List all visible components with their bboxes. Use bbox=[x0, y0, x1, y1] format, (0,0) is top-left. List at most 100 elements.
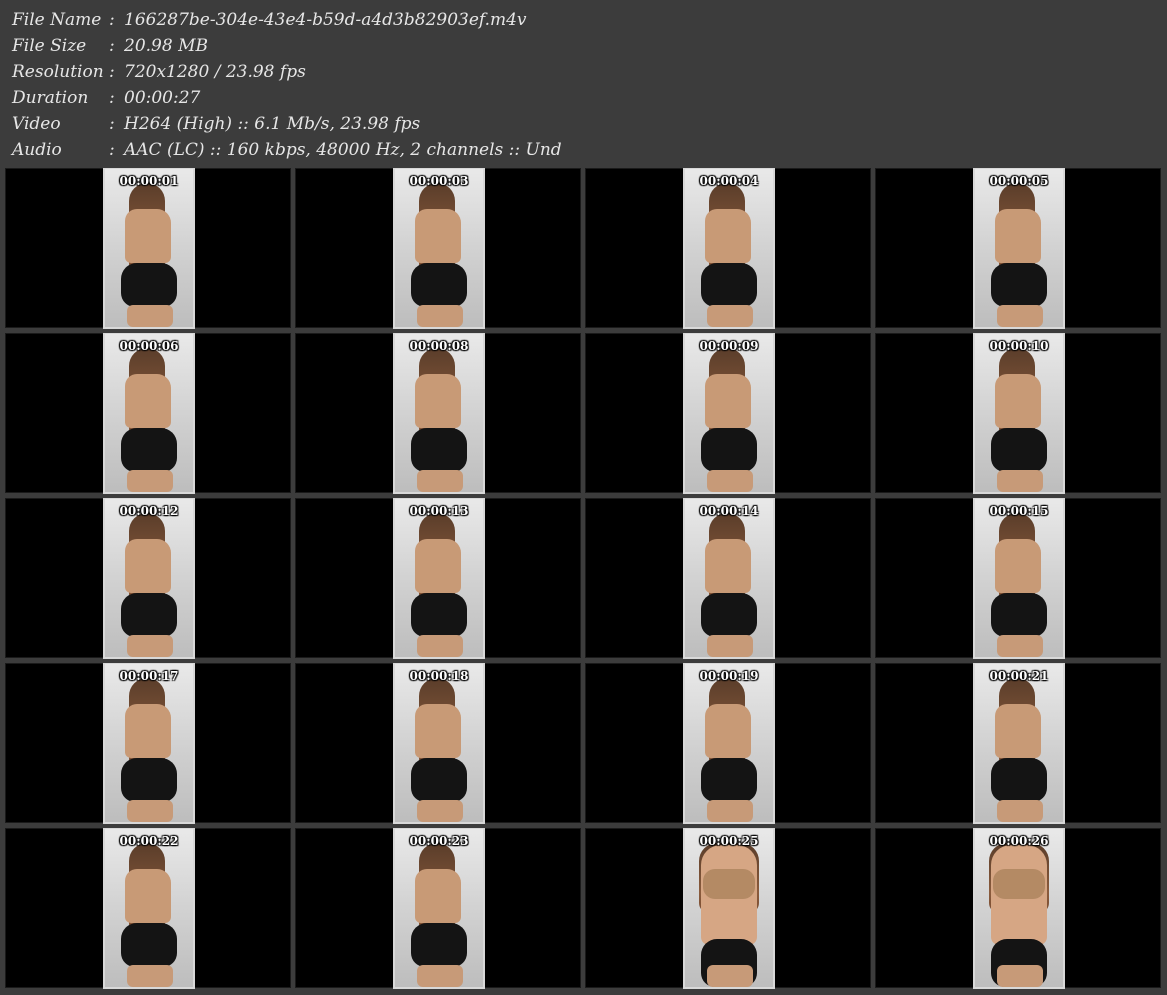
thumbnail-image: 00:00:13 bbox=[393, 498, 485, 659]
video-row: Video : H264 (High) :: 6.1 Mb/s, 23.98 f… bbox=[12, 111, 1152, 137]
thumbnail-cell[interactable]: 00:00:23 bbox=[295, 828, 581, 989]
thumbnail-image: 00:00:04 bbox=[683, 168, 775, 329]
thumbnail-image: 00:00:09 bbox=[683, 333, 775, 494]
thumbnail-cell[interactable]: 00:00:04 bbox=[585, 168, 871, 329]
duration-value: 00:00:27 bbox=[124, 88, 201, 108]
figure-shorts bbox=[121, 923, 177, 967]
thumbnail-timestamp: 00:00:25 bbox=[699, 834, 759, 848]
figure-skin bbox=[705, 209, 751, 263]
thumbnail-timestamp: 00:00:04 bbox=[699, 174, 759, 188]
figure-skin bbox=[125, 539, 171, 593]
file-info-panel: File Name : 166287be-304e-43e4-b59d-a4d3… bbox=[12, 7, 1152, 163]
thumbnail-cell[interactable]: 00:00:21 bbox=[875, 663, 1161, 824]
figure-legs bbox=[997, 305, 1043, 327]
thumbnail-image: 00:00:17 bbox=[103, 663, 195, 824]
thumbnail-timestamp: 00:00:05 bbox=[989, 174, 1049, 188]
figure-legs bbox=[417, 470, 463, 492]
file-name-row: File Name : 166287be-304e-43e4-b59d-a4d3… bbox=[12, 7, 1152, 33]
thumbnail-cell[interactable]: 00:00:03 bbox=[295, 168, 581, 329]
figure-legs bbox=[707, 965, 753, 987]
figure-shorts bbox=[991, 428, 1047, 472]
thumbnail-grid: 00:00:01 00:00:03 00:00:04 00:00:05 00:00:06… bbox=[5, 168, 1163, 992]
thumbnail-cell[interactable]: 00:00:14 bbox=[585, 498, 871, 659]
thumbnail-timestamp: 00:00:21 bbox=[989, 669, 1049, 683]
figure-shorts bbox=[121, 263, 177, 307]
thumbnail-image: 00:00:10 bbox=[973, 333, 1065, 494]
thumbnail-image: 00:00:22 bbox=[103, 828, 195, 989]
audio-value: AAC (LC) :: 160 kbps, 48000 Hz, 2 channe… bbox=[124, 140, 562, 160]
video-label: Video bbox=[12, 114, 61, 134]
figure-skin bbox=[125, 869, 171, 923]
thumbnail-cell[interactable]: 00:00:08 bbox=[295, 333, 581, 494]
figure-legs bbox=[417, 305, 463, 327]
thumbnail-cell[interactable]: 00:00:05 bbox=[875, 168, 1161, 329]
figure-legs bbox=[707, 800, 753, 822]
figure-legs bbox=[417, 965, 463, 987]
figure-skin bbox=[415, 209, 461, 263]
thumbnail-timestamp: 00:00:06 bbox=[119, 339, 179, 353]
figure-skin bbox=[995, 209, 1041, 263]
thumbnail-timestamp: 00:00:10 bbox=[989, 339, 1049, 353]
audio-row: Audio : AAC (LC) :: 160 kbps, 48000 Hz, … bbox=[12, 137, 1152, 163]
figure-skin bbox=[705, 539, 751, 593]
separator: : bbox=[109, 114, 115, 134]
audio-label: Audio bbox=[12, 140, 62, 160]
figure-shorts bbox=[411, 758, 467, 802]
thumbnail-image: 00:00:18 bbox=[393, 663, 485, 824]
thumbnail-cell[interactable]: 00:00:22 bbox=[5, 828, 291, 989]
thumbnail-timestamp: 00:00:18 bbox=[409, 669, 469, 683]
thumbnail-timestamp: 00:00:13 bbox=[409, 504, 469, 518]
thumbnail-timestamp: 00:00:15 bbox=[989, 504, 1049, 518]
thumbnail-image: 00:00:15 bbox=[973, 498, 1065, 659]
figure-shorts bbox=[411, 263, 467, 307]
duration-row: Duration : 00:00:27 bbox=[12, 85, 1152, 111]
thumbnail-cell[interactable]: 00:00:17 bbox=[5, 663, 291, 824]
figure-shorts bbox=[411, 923, 467, 967]
thumbnail-cell[interactable]: 00:00:10 bbox=[875, 333, 1161, 494]
thumbnail-cell[interactable]: 00:00:12 bbox=[5, 498, 291, 659]
figure-legs bbox=[707, 470, 753, 492]
figure-shorts bbox=[991, 593, 1047, 637]
figure-shorts bbox=[701, 758, 757, 802]
thumbnail-image: 00:00:01 bbox=[103, 168, 195, 329]
figure-legs bbox=[417, 800, 463, 822]
figure-legs bbox=[127, 305, 173, 327]
thumbnail-cell[interactable]: 00:00:26 bbox=[875, 828, 1161, 989]
thumbnail-timestamp: 00:00:14 bbox=[699, 504, 759, 518]
figure-shorts bbox=[701, 428, 757, 472]
figure-skin bbox=[125, 209, 171, 263]
figure-legs bbox=[997, 470, 1043, 492]
thumbnail-image: 00:00:12 bbox=[103, 498, 195, 659]
thumbnail-cell[interactable]: 00:00:19 bbox=[585, 663, 871, 824]
thumbnail-cell[interactable]: 00:00:25 bbox=[585, 828, 871, 989]
thumbnail-cell[interactable]: 00:00:18 bbox=[295, 663, 581, 824]
figure-skin bbox=[125, 704, 171, 758]
figure-shorts bbox=[121, 593, 177, 637]
thumbnail-image: 00:00:05 bbox=[973, 168, 1065, 329]
thumbnail-cell[interactable]: 00:00:13 bbox=[295, 498, 581, 659]
figure-shorts bbox=[991, 263, 1047, 307]
thumbnail-cell[interactable]: 00:00:06 bbox=[5, 333, 291, 494]
figure-shorts bbox=[701, 593, 757, 637]
figure-skin bbox=[125, 374, 171, 428]
figure-shorts bbox=[121, 758, 177, 802]
thumbnail-timestamp: 00:00:01 bbox=[119, 174, 179, 188]
figure-top bbox=[993, 869, 1045, 899]
figure-skin bbox=[415, 704, 461, 758]
thumbnail-cell[interactable]: 00:00:15 bbox=[875, 498, 1161, 659]
resolution-value: 720x1280 / 23.98 fps bbox=[124, 62, 306, 82]
thumbnail-cell[interactable]: 00:00:09 bbox=[585, 333, 871, 494]
figure-legs bbox=[707, 305, 753, 327]
figure-shorts bbox=[701, 263, 757, 307]
figure-legs bbox=[127, 470, 173, 492]
resolution-row: Resolution : 720x1280 / 23.98 fps bbox=[12, 59, 1152, 85]
thumbnail-cell[interactable]: 00:00:01 bbox=[5, 168, 291, 329]
figure-skin bbox=[415, 539, 461, 593]
thumbnail-image: 00:00:06 bbox=[103, 333, 195, 494]
thumbnail-image: 00:00:23 bbox=[393, 828, 485, 989]
thumbnail-timestamp: 00:00:19 bbox=[699, 669, 759, 683]
figure-shorts bbox=[411, 593, 467, 637]
thumbnail-timestamp: 00:00:17 bbox=[119, 669, 179, 683]
figure-legs bbox=[127, 635, 173, 657]
thumbnail-image: 00:00:25 bbox=[683, 828, 775, 989]
